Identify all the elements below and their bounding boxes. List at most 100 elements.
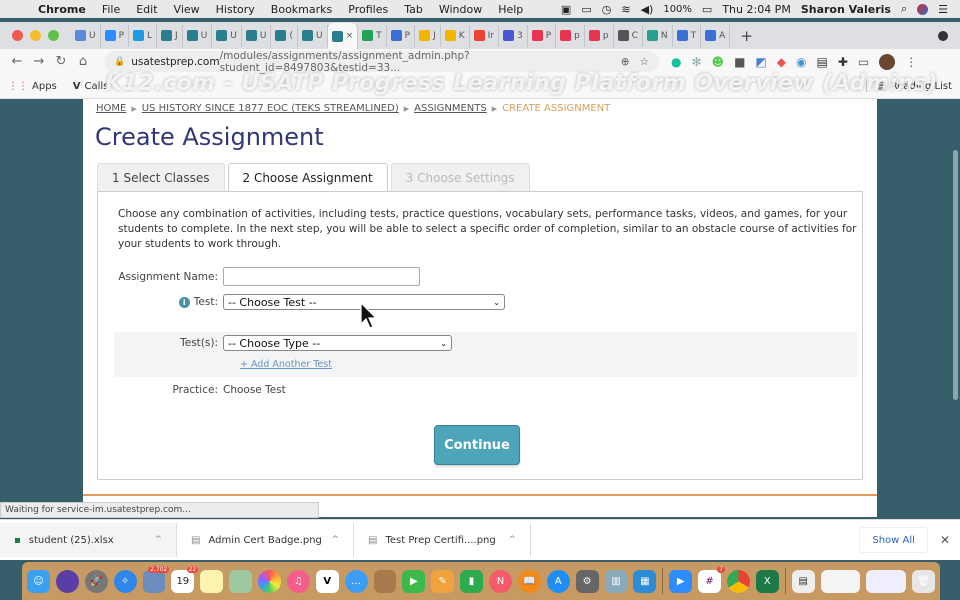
breadcrumb-home[interactable]: HOME [96, 103, 126, 114]
numbers-icon[interactable]: ▮ [460, 569, 483, 593]
browser-tab[interactable]: U [242, 24, 272, 47]
calendar-icon[interactable]: 19 22 [171, 565, 199, 593]
browser-tab[interactable]: 3 [499, 24, 528, 47]
home-button[interactable]: ⌂ [72, 54, 94, 69]
browser-tab[interactable]: U [183, 24, 213, 47]
menu-app-chrome[interactable]: Chrome [30, 3, 94, 16]
download-item[interactable]: ▪ student (25).xlsx ^ [0, 523, 177, 557]
reload-button[interactable]: ↻ [50, 54, 72, 69]
browser-tab[interactable]: J [415, 24, 441, 47]
pages-icon[interactable]: ✎ [431, 569, 455, 593]
photos-icon[interactable] [258, 569, 281, 593]
menu-bookmarks[interactable]: Bookmarks [263, 3, 340, 16]
notebook-icon[interactable] [373, 569, 397, 593]
tab-title[interactable]: × [346, 31, 354, 41]
trash-icon[interactable]: 🗑 [912, 569, 936, 593]
step-choose-assignment[interactable]: 2 Choose Assignment [227, 163, 388, 192]
tab-search-icon[interactable] [938, 30, 948, 41]
safari-icon[interactable]: ✧ [113, 569, 137, 593]
siri-icon[interactable] [917, 3, 929, 15]
bookmark-apps[interactable]: ⋮⋮ Apps [0, 81, 65, 92]
download-item[interactable]: ▤ Admin Cert Badge.png ^ [177, 523, 354, 557]
app-store-icon[interactable]: A [546, 569, 570, 593]
show-all-downloads-button[interactable]: Show All [859, 527, 928, 553]
browser-tab[interactable]: C [614, 24, 643, 47]
v-app-icon[interactable]: V [315, 569, 339, 593]
slack-icon[interactable]: #7 [698, 565, 725, 593]
menu-view[interactable]: View [166, 3, 208, 16]
music-icon[interactable]: ♫ [286, 569, 310, 593]
record-extension-icon[interactable]: ◉ [796, 55, 806, 69]
siri-icon[interactable] [55, 569, 79, 593]
browser-tab[interactable]: P [387, 24, 416, 47]
new-tab-button[interactable]: + [740, 27, 753, 45]
downloads-stack-icon[interactable] [866, 569, 907, 593]
browser-tab[interactable]: p [556, 24, 585, 47]
snowflake-extension-icon[interactable]: ✻ [691, 55, 701, 69]
browser-tab-active[interactable]: × [327, 23, 359, 49]
screen-extension-icon[interactable]: ■ [734, 55, 745, 69]
chrome-icon[interactable] [727, 569, 750, 593]
chevron-up-icon[interactable]: ^ [154, 535, 162, 545]
continue-button[interactable]: Continue [434, 425, 520, 465]
menu-tab[interactable]: Tab [396, 3, 431, 16]
mail-icon[interactable]: 2,702 [142, 565, 170, 593]
volume-icon[interactable]: ◀︎) [641, 3, 654, 16]
download-item[interactable]: ▤ Test Prep Certifi....png ^ [354, 523, 531, 557]
news-extension-icon[interactable]: ▤ [816, 55, 827, 69]
browser-tab[interactable]: ( [271, 24, 298, 47]
menu-history[interactable]: History [208, 3, 263, 16]
browser-tab[interactable]: T [358, 24, 387, 47]
menu-profiles[interactable]: Profiles [340, 3, 396, 16]
menu-window[interactable]: Window [431, 3, 490, 16]
browser-tab[interactable]: K [441, 24, 470, 47]
browser-tab[interactable]: U [71, 24, 101, 47]
forward-button[interactable]: → [28, 54, 50, 69]
menu-help[interactable]: Help [490, 3, 531, 16]
notification-center-icon[interactable]: ☰ [938, 3, 948, 16]
browser-tab[interactable]: P [528, 24, 557, 47]
facetime-icon[interactable]: ▶ [402, 569, 426, 593]
browser-tab[interactable]: A [701, 24, 731, 47]
cast-icon[interactable]: ▭ [858, 55, 869, 69]
finder-icon[interactable]: ☺ [27, 569, 50, 593]
page-scrollbar[interactable] [953, 150, 958, 400]
browser-tab[interactable]: Ir [470, 24, 499, 47]
menu-edit[interactable]: Edit [128, 3, 165, 16]
zoom-app-icon[interactable]: ▶ [669, 569, 693, 593]
maps-icon[interactable] [229, 569, 252, 593]
wifi-icon[interactable]: ≋ [621, 3, 630, 16]
airplay-icon[interactable]: ▭ [581, 3, 591, 16]
browser-tab[interactable]: J [157, 24, 183, 47]
minimize-window-button[interactable] [30, 30, 41, 41]
messages-icon[interactable]: … [344, 569, 368, 593]
close-downloads-icon[interactable]: ✕ [928, 533, 960, 547]
keynote-icon[interactable]: ▦ [633, 569, 657, 593]
browser-tab[interactable]: P [101, 24, 130, 47]
browser-tab[interactable]: L [129, 24, 158, 47]
add-another-test-link[interactable]: + Add Another Test [240, 359, 332, 370]
grammarly-icon[interactable]: ● [671, 55, 681, 69]
browser-tab[interactable]: T [673, 24, 702, 47]
books-icon[interactable]: 📖 [517, 569, 541, 593]
document-stack-icon[interactable]: ▤ [791, 569, 815, 593]
step-select-classes[interactable]: 1 Select Classes [97, 163, 225, 192]
spotlight-icon[interactable]: ⌕ [901, 2, 907, 16]
launchpad-icon[interactable]: 🚀 [84, 569, 108, 593]
menu-file[interactable]: File [94, 3, 128, 16]
info-icon[interactable]: i [178, 297, 190, 308]
red-extension-icon[interactable]: ◆ [777, 55, 786, 69]
screen-record-icon[interactable]: ▣ [561, 3, 571, 16]
back-button[interactable]: ← [6, 54, 28, 69]
green-extension-icon[interactable]: ☻ [712, 55, 725, 69]
browser-tab[interactable]: p [585, 24, 614, 47]
browser-tab[interactable]: U [298, 24, 328, 47]
notes-icon[interactable] [200, 569, 224, 593]
chrome-menu-icon[interactable]: ⋮ [905, 55, 917, 69]
preview-icon[interactable]: ▥ [604, 569, 628, 593]
zoom-window-button[interactable] [48, 30, 59, 41]
profile-avatar[interactable] [879, 53, 896, 70]
assignment-name-input[interactable] [223, 267, 420, 286]
time-machine-icon[interactable]: ◷ [602, 3, 612, 16]
extensions-puzzle-icon[interactable]: ✚ [838, 55, 848, 69]
